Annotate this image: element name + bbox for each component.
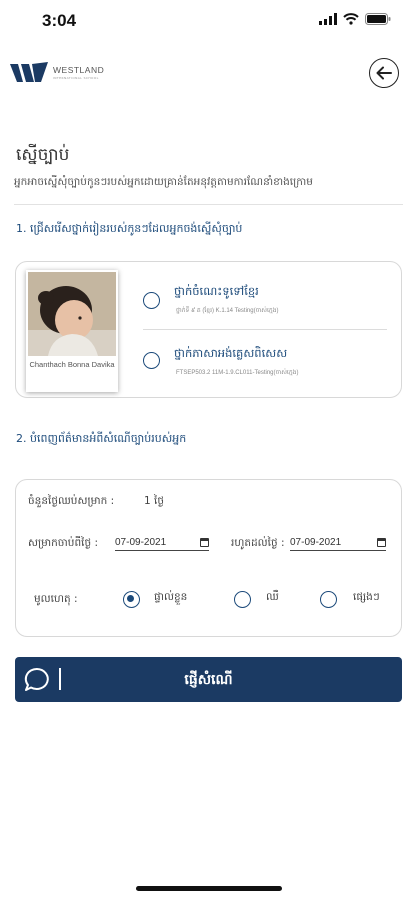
days-label: ចំនួនថ្ងៃឈប់សម្រាក : [28, 495, 115, 507]
arrow-left-icon [376, 66, 392, 80]
course-detail-1: ថ្នាក់ទី ៩ គ (ខ្មែរ) K.1.14 Testing(ចាស់… [176, 308, 279, 314]
brand-name: WESTLAND [53, 64, 105, 75]
course-radio-1[interactable] [143, 292, 160, 309]
submit-request-button[interactable]: ផ្ញើសំណើ [15, 657, 402, 702]
to-date-input[interactable]: 07-09-2021 [290, 535, 386, 551]
calendar-icon [377, 538, 386, 547]
section-2-label: 2. បំពេញព័ត៌មានអំពីសំណើច្បាប់របស់អ្នក [16, 432, 187, 445]
submit-label: ផ្ញើសំណើ [184, 672, 233, 688]
brand-tagline: INTERNATIONAL SCHOOL [53, 76, 99, 81]
reason-other-label[interactable]: ផ្សេងៗ [353, 591, 380, 606]
status-icons [319, 13, 391, 25]
course-name-2[interactable]: ថ្នាក់ភាសាអង់គ្លេសពិសេស [174, 346, 287, 363]
student-name: Chanthach Bonna Davika [29, 360, 115, 369]
signal-icon [319, 13, 337, 25]
from-date-value: 07-09-2021 [115, 537, 167, 548]
app-header: WESTLAND INTERNATIONAL SCHOOL [0, 56, 417, 96]
course-detail-2: FTSEP503.2 11M-1.9.CL011-Testing(ចាស់ក្ម… [176, 370, 299, 376]
reason-sick-label[interactable]: ឈឺ [266, 591, 279, 606]
reason-radio-sick[interactable] [234, 591, 251, 608]
calendar-icon [200, 538, 209, 547]
course-name-1[interactable]: ថ្នាក់ចំណេះទូទៅខ្មែរ [174, 284, 259, 301]
to-date-value: 07-09-2021 [290, 537, 342, 548]
reason-radio-other[interactable] [320, 591, 337, 608]
student-card[interactable]: Chanthach Bonna Davika [26, 270, 118, 392]
leave-form-card: ចំនួនថ្ងៃឈប់សម្រាក : 1 ថ្ងៃ សម្រាកចាប់ពី… [15, 479, 402, 637]
reason-radio-personal[interactable] [123, 591, 140, 608]
course-divider [143, 329, 387, 330]
from-date-label: សម្រាកចាប់ពីថ្ងៃ : [28, 537, 98, 549]
to-date-label: រហូតដល់ថ្ងៃ : [231, 537, 285, 549]
back-button[interactable] [369, 58, 399, 88]
from-date-input[interactable]: 07-09-2021 [115, 535, 209, 551]
reason-label: មូលហេតុ : [34, 593, 78, 605]
battery-icon [365, 13, 391, 25]
wifi-icon [343, 13, 359, 25]
page-subtitle: អ្នកអាចស្នើសុំច្បាប់កូនៗរបស់អ្នកដោយគ្រាន… [14, 176, 313, 188]
section-1-label: 1. ជ្រើសរើសថ្នាក់រៀនរបស់កូនៗដែលអ្នកចង់ស្… [16, 222, 243, 235]
status-time: 3:04 [42, 11, 77, 30]
course-selection-card: Chanthach Bonna Davika ថ្នាក់ចំណេះទូទៅខ្… [15, 261, 402, 398]
course-radio-2[interactable] [143, 352, 160, 369]
days-value: 1 ថ្ងៃ [144, 495, 165, 507]
home-indicator [136, 886, 282, 891]
student-photo [28, 272, 116, 356]
page-title: ស្នើច្បាប់ [16, 145, 70, 165]
logo-mark-icon [10, 62, 48, 82]
divider [14, 204, 403, 205]
westland-logo: WESTLAND INTERNATIONAL SCHOOL [10, 62, 104, 84]
reason-personal-label[interactable]: ផ្ទាល់ខ្លួន [154, 591, 187, 606]
status-bar: 3:04 [0, 0, 417, 44]
